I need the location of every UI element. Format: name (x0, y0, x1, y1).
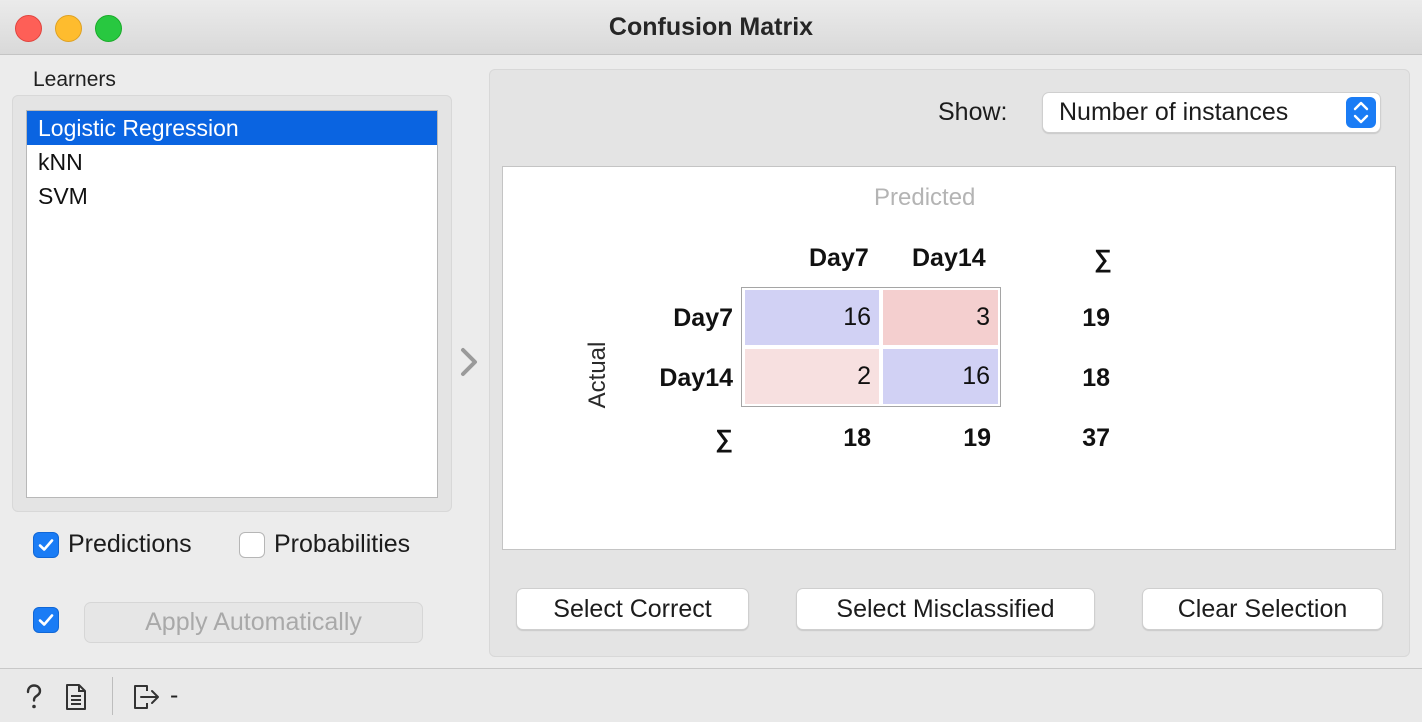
row-total-day14: 18 (1082, 364, 1110, 392)
matrix-cell-day7-day14[interactable]: 3 (883, 290, 998, 345)
predictions-checkbox[interactable] (33, 532, 59, 558)
checkmark-icon (38, 539, 54, 551)
probabilities-label[interactable]: Probabilities (274, 530, 410, 559)
apply-automatically-button[interactable]: Apply Automatically (84, 602, 423, 643)
column-total-day14: 19 (963, 424, 991, 452)
clear-selection-button[interactable]: Clear Selection (1142, 588, 1383, 630)
output-summary-text: - (170, 681, 179, 709)
show-label: Show: (938, 98, 1008, 126)
show-select-value: Number of instances (1059, 98, 1289, 126)
column-total-day7: 18 (843, 424, 871, 452)
predicted-axis-label: Predicted (874, 184, 976, 211)
status-bar-divider (112, 677, 113, 715)
select-misclassified-button[interactable]: Select Misclassified (796, 588, 1095, 630)
matrix-cell-day7-day7[interactable]: 16 (745, 290, 879, 345)
row-header-day14: Day14 (659, 364, 733, 392)
help-icon[interactable] (22, 683, 46, 711)
row-sum-header: ∑ (715, 425, 733, 453)
column-header-day14: Day14 (912, 244, 986, 272)
matrix-cell-day14-day14[interactable]: 16 (883, 349, 998, 404)
learner-list[interactable]: Logistic Regression kNN SVM (26, 110, 438, 498)
select-stepper-icon (1346, 97, 1376, 128)
row-total-day7: 19 (1082, 304, 1110, 332)
title-bar: Confusion Matrix (0, 0, 1422, 55)
select-correct-button[interactable]: Select Correct (516, 588, 749, 630)
learner-item-svm[interactable]: SVM (27, 179, 437, 213)
checkmark-icon (38, 614, 54, 626)
matrix-cell-day14-day7[interactable]: 2 (745, 349, 879, 404)
auto-apply-checkbox[interactable] (33, 607, 59, 633)
learner-item-logistic-regression[interactable]: Logistic Regression (27, 111, 437, 145)
confusion-matrix-window: Confusion Matrix Learners Logistic Regre… (0, 0, 1422, 722)
probabilities-checkbox[interactable] (239, 532, 265, 558)
learners-label: Learners (33, 68, 116, 91)
grand-total: 37 (1082, 424, 1110, 452)
status-bar: - (0, 668, 1422, 722)
show-select[interactable]: Number of instances (1042, 92, 1381, 133)
learner-item-knn[interactable]: kNN (27, 145, 437, 179)
predictions-label[interactable]: Predictions (68, 530, 192, 559)
window-title: Confusion Matrix (608, 13, 814, 41)
column-header-day7: Day7 (809, 244, 869, 272)
output-icon[interactable] (132, 683, 162, 711)
chevron-right-icon[interactable] (458, 345, 482, 379)
column-sum-header: ∑ (1094, 245, 1112, 273)
actual-axis-label: Actual (584, 341, 611, 409)
report-icon[interactable] (64, 683, 88, 711)
row-header-day7: Day7 (673, 304, 733, 332)
